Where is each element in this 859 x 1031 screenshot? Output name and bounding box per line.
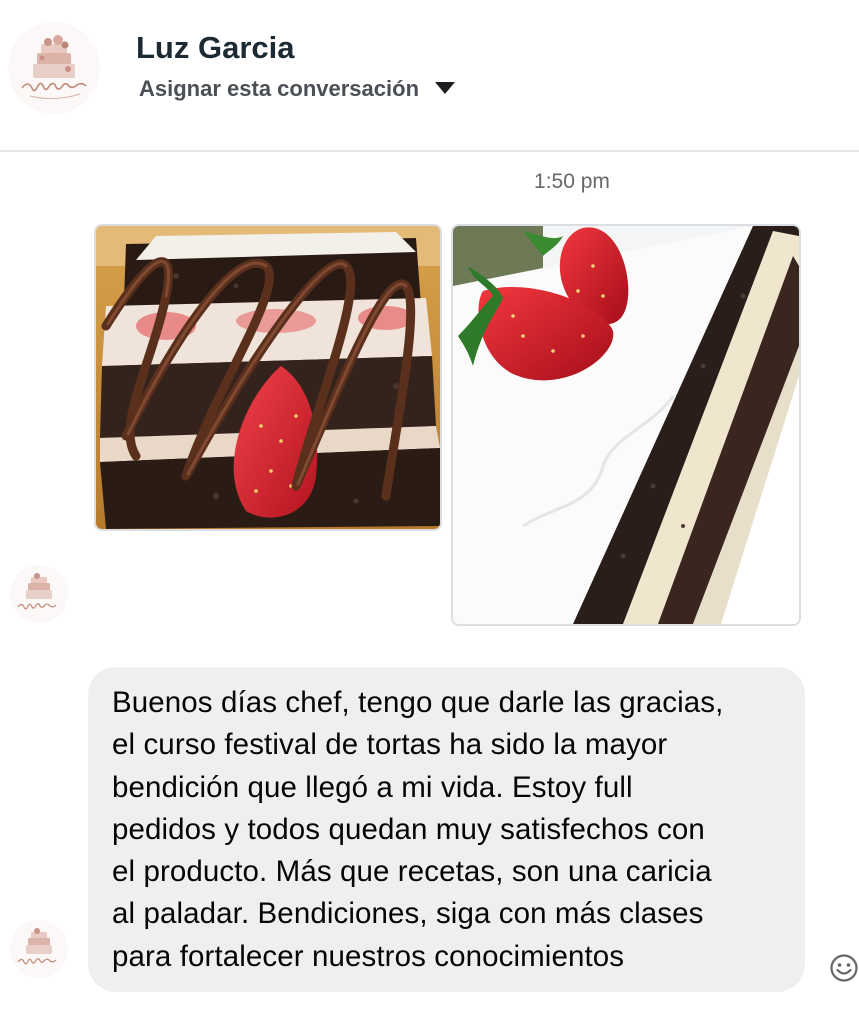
assign-conversation-dropdown[interactable]: Asignar esta conversación	[139, 76, 456, 102]
contact-name[interactable]: Luz Garcia	[136, 30, 295, 66]
message-line: pedidos y todos quedan muy satisfechos c…	[112, 812, 705, 846]
message-line: al paladar. Bendiciones, siga con más cl…	[112, 897, 704, 931]
message-line: para fortalecer nuestros conocimientos	[112, 939, 625, 973]
chocolate-strawberry-cake-photo[interactable]	[94, 224, 442, 531]
message-bubble[interactable]: Buenos días chef, tengo que darle las gr…	[88, 667, 805, 992]
cake-photo-image	[453, 226, 799, 624]
smiley-face-icon[interactable]	[829, 953, 859, 983]
conversation-header: Luz Garcia Asignar esta conversación	[0, 0, 859, 152]
cake-logo-icon	[10, 920, 68, 978]
message-line: bendición que llegó a mi vida. Estoy ful…	[112, 770, 633, 804]
message-text: Buenos días chef, tengo que darle las gr…	[112, 682, 783, 978]
sender-avatar[interactable]	[10, 565, 68, 623]
white-cream-layer-cake-photo[interactable]	[451, 224, 801, 626]
caret-down-icon	[435, 82, 456, 94]
messenger-conversation: Luz Garcia Asignar esta conversación 1:5…	[0, 0, 859, 1031]
message-line: el curso festival de tortas ha sido la m…	[112, 728, 668, 762]
message-line: Buenos días chef, tengo que darle las gr…	[112, 686, 724, 719]
assign-conversation-label: Asignar esta conversación	[139, 76, 420, 101]
cake-logo-icon	[10, 565, 68, 623]
cake-photo-image	[96, 226, 440, 529]
cake-logo-icon	[8, 22, 100, 114]
message-timestamp: 1:50 pm	[534, 170, 610, 193]
message-line: el producto. Más que recetas, son una ca…	[112, 855, 712, 889]
avatar[interactable]	[8, 22, 100, 114]
sender-avatar[interactable]	[10, 920, 68, 978]
